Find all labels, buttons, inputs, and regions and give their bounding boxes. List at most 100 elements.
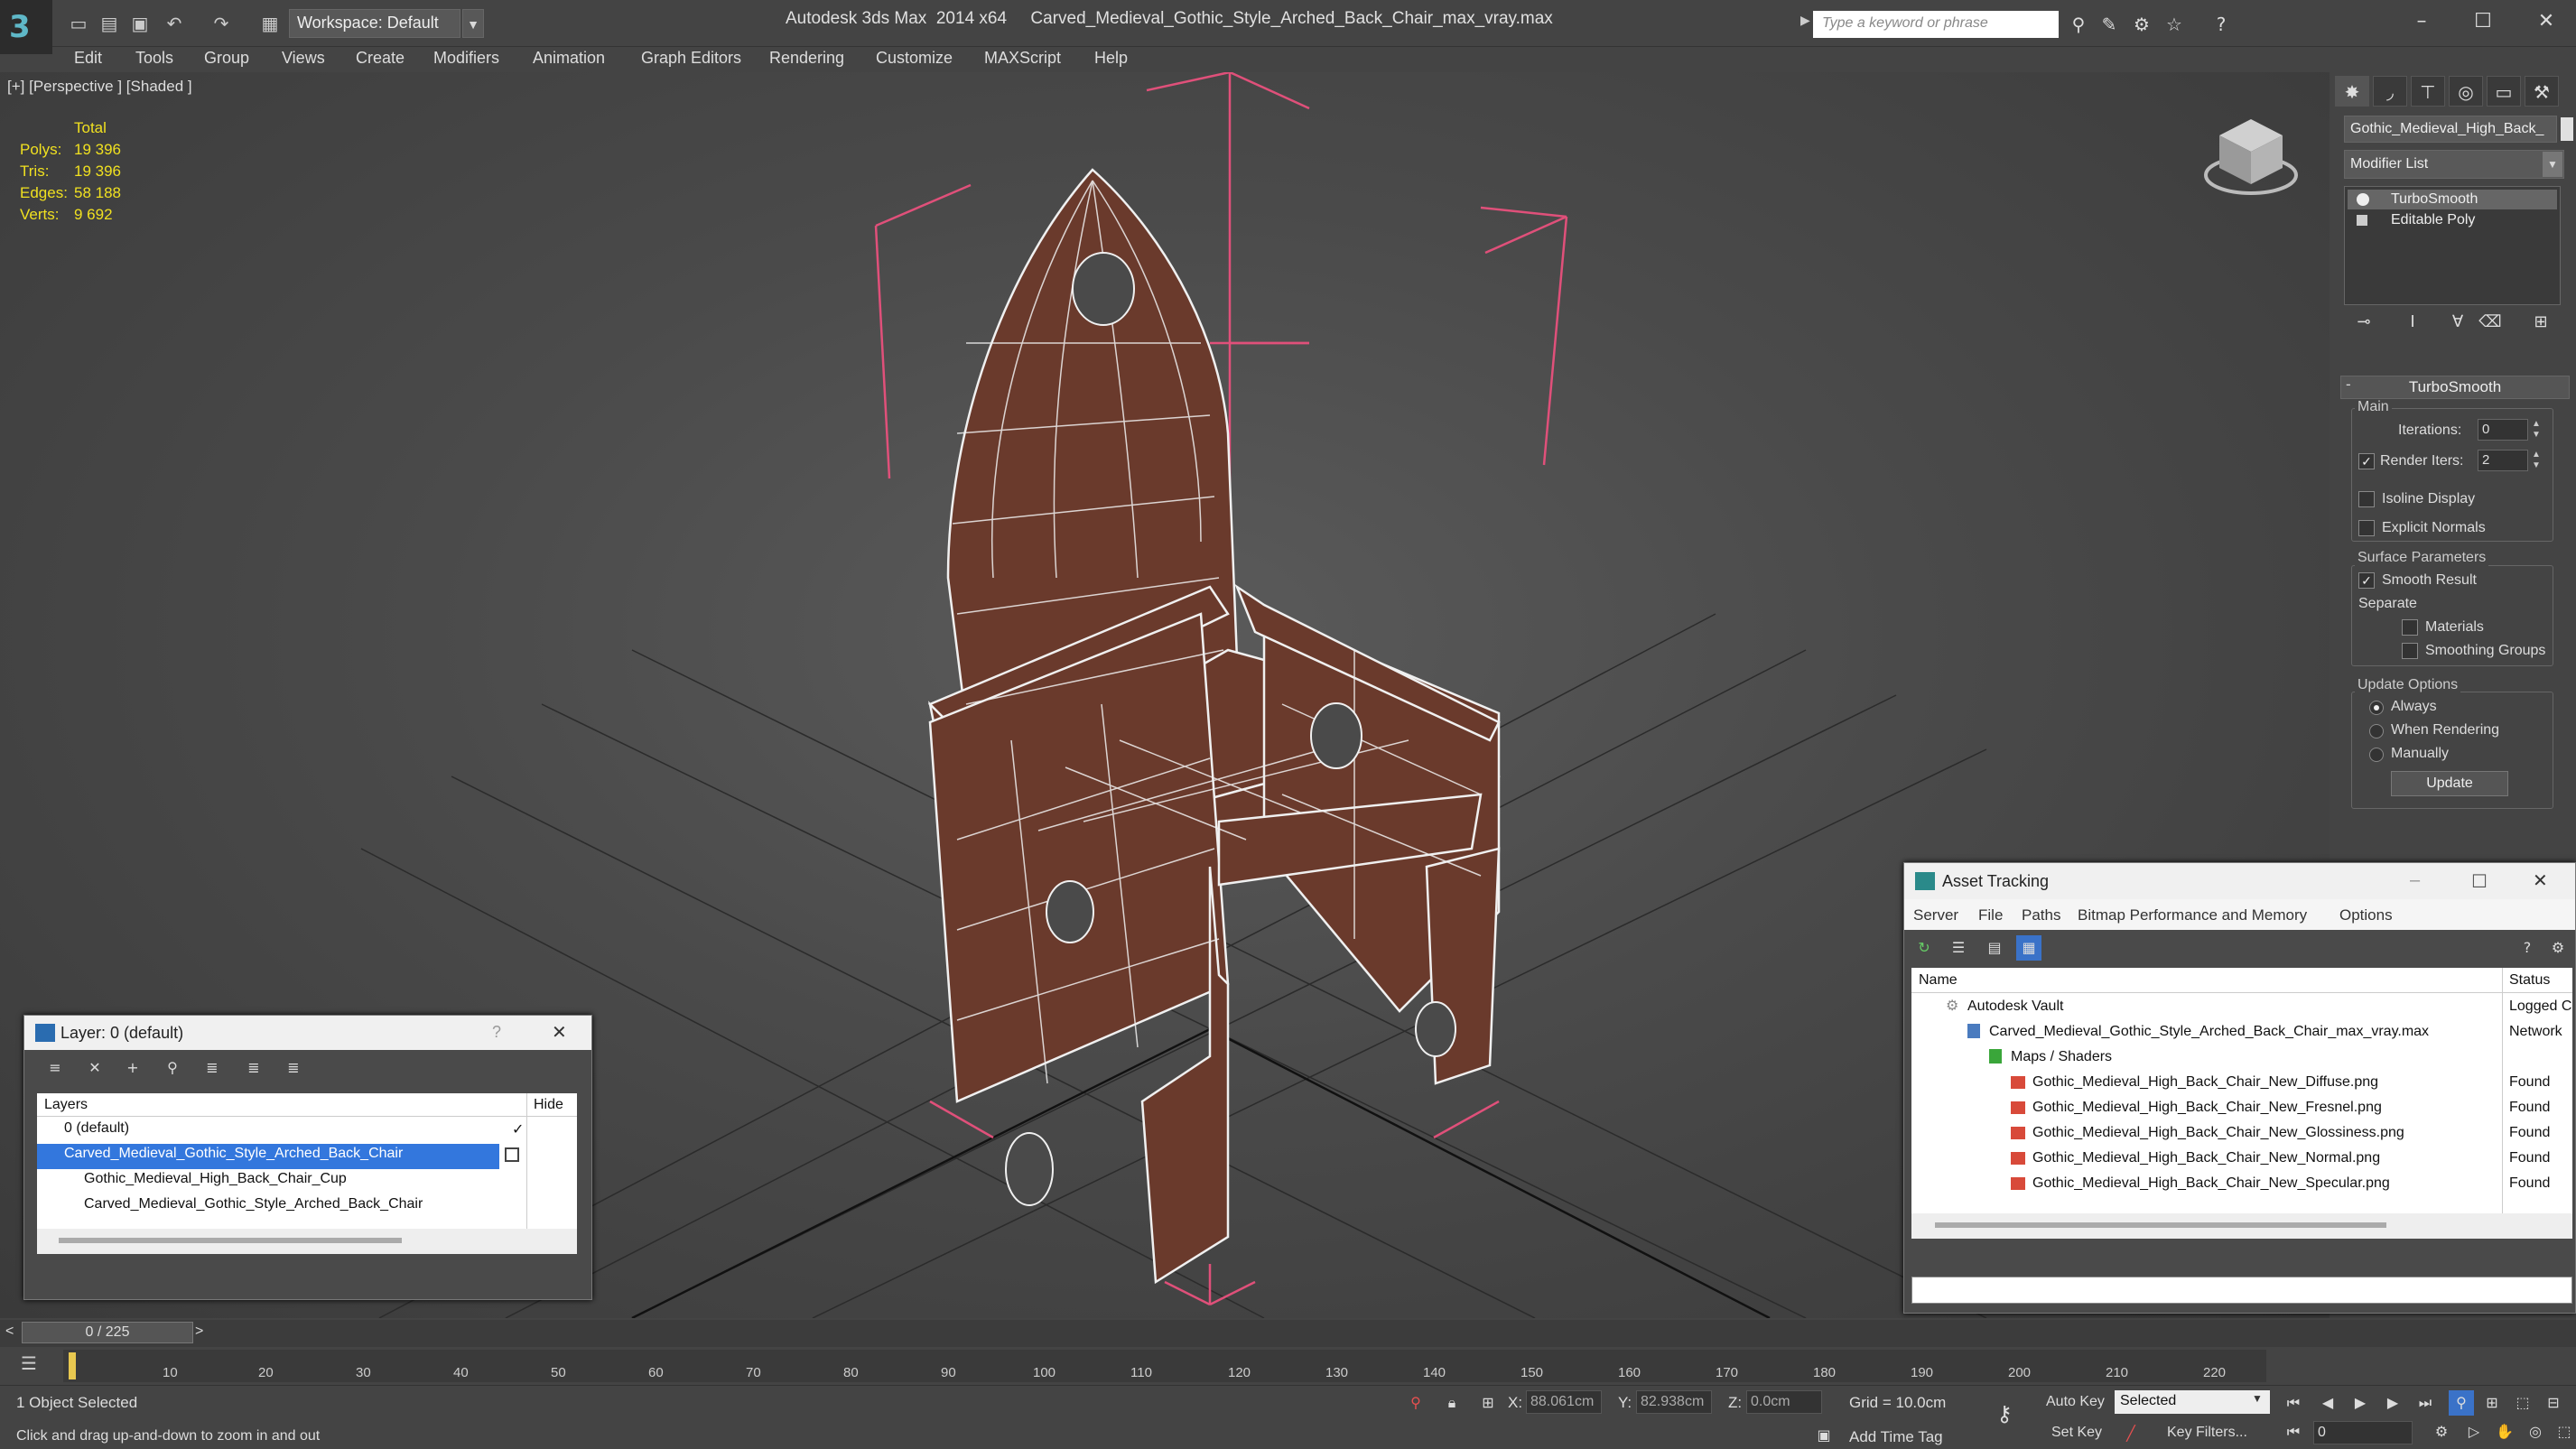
key-mode-icon[interactable]: ╱: [2118, 1421, 2144, 1446]
close-icon[interactable]: ✕: [552, 1021, 567, 1043]
layer-row[interactable]: 0 (default): [37, 1119, 577, 1144]
highlight-layer-icon[interactable]: ≣: [200, 1055, 225, 1081]
turbosmooth-rollout-header[interactable]: TurboSmooth: [2340, 376, 2570, 399]
smooth-result-checkbox[interactable]: ✓: [2358, 572, 2375, 589]
menu-options[interactable]: Options: [2339, 906, 2393, 924]
asset-path-field[interactable]: [1911, 1277, 2572, 1304]
maximize-viewport-icon[interactable]: ⬚: [2552, 1419, 2576, 1444]
go-to-end-icon[interactable]: ⏭: [2413, 1390, 2438, 1416]
asset-row[interactable]: Maps / Shaders: [1911, 1047, 2572, 1073]
status-column-header[interactable]: Status: [2509, 972, 2550, 989]
chevron-down-icon[interactable]: ▼: [2252, 1392, 2263, 1405]
asset-row[interactable]: Gothic_Medieval_High_Back_Chair_New_Glos…: [1911, 1123, 2572, 1148]
settings-icon[interactable]: ⚙: [2545, 935, 2571, 961]
help-icon[interactable]: ?: [2515, 935, 2540, 961]
time-slider[interactable]: [0, 1320, 2576, 1347]
name-column-header[interactable]: Name: [1919, 972, 1958, 989]
delete-layer-icon[interactable]: ✕: [82, 1055, 107, 1081]
modify-tab-icon[interactable]: ◞: [2373, 76, 2407, 107]
menu-help[interactable]: Help: [1094, 49, 1128, 68]
freeze-all-layers-icon[interactable]: ≣: [281, 1055, 306, 1081]
add-time-tag[interactable]: Add Time Tag: [1849, 1428, 1943, 1446]
update-button[interactable]: Update: [2391, 771, 2508, 796]
make-unique-icon[interactable]: ∀: [2445, 312, 2470, 338]
collapse-icon[interactable]: -: [2346, 376, 2351, 394]
pin-stack-icon[interactable]: ⊸: [2351, 312, 2376, 338]
smoothing-groups-checkbox[interactable]: [2402, 643, 2418, 659]
undo-icon[interactable]: ↶: [161, 11, 188, 36]
scrollbar-thumb[interactable]: [59, 1238, 402, 1243]
menu-customize[interactable]: Customize: [876, 49, 953, 68]
asset-row[interactable]: ⚙ Autodesk Vault Logged C: [1911, 997, 2572, 1022]
field-of-view-icon[interactable]: ▷: [2461, 1419, 2487, 1444]
viewcube-icon[interactable]: [2201, 114, 2301, 204]
isolate-selection-icon[interactable]: ⚲: [1403, 1390, 1428, 1416]
stack-item-editable-poly[interactable]: Editable Poly: [2348, 210, 2557, 230]
key-mode-toggle-icon[interactable]: ⏮: [2281, 1419, 2306, 1444]
menu-bitmap-performance[interactable]: Bitmap Performance and Memory: [2078, 906, 2307, 924]
search-input[interactable]: Type a keyword or phrase: [1813, 11, 2059, 38]
motion-tab-icon[interactable]: ◎: [2449, 76, 2483, 107]
layers-column-header[interactable]: Layers: [44, 1097, 88, 1113]
x-coord-field[interactable]: 88.061cm: [1526, 1390, 1602, 1414]
spinner-arrows-icon[interactable]: ▲ ▼: [2530, 419, 2543, 441]
menu-paths[interactable]: Paths: [2022, 906, 2060, 924]
utilities-tab-icon[interactable]: ⚒: [2525, 76, 2559, 107]
previous-frame-icon[interactable]: ◀: [2315, 1390, 2340, 1416]
y-coord-field[interactable]: 82.938cm: [1636, 1390, 1712, 1414]
menu-group[interactable]: Group: [204, 49, 249, 68]
binoculars-icon[interactable]: ⚲: [2064, 11, 2093, 38]
time-slider-thumb[interactable]: 0 / 225: [22, 1322, 193, 1343]
maximize-icon[interactable]: ☐: [2456, 5, 2510, 38]
menu-server[interactable]: Server: [1913, 906, 1958, 924]
zoom-extents-all-icon[interactable]: ⊟: [2541, 1390, 2566, 1416]
always-radio[interactable]: [2369, 701, 2384, 715]
asset-row[interactable]: Carved_Medieval_Gothic_Style_Arched_Back…: [1911, 1022, 2572, 1047]
expand-plus-icon[interactable]: [2357, 215, 2367, 226]
menu-graph-editors[interactable]: Graph Editors: [641, 49, 741, 68]
explicit-normals-checkbox[interactable]: [2358, 520, 2375, 536]
menu-create[interactable]: Create: [356, 49, 405, 68]
menu-tools[interactable]: Tools: [135, 49, 173, 68]
mini-curve-editor-icon[interactable]: ☰: [13, 1352, 45, 1379]
menu-animation[interactable]: Animation: [533, 49, 605, 68]
iterations-spinner[interactable]: 0: [2478, 419, 2528, 441]
pan-view-icon[interactable]: ✋: [2492, 1419, 2517, 1444]
maximize-icon[interactable]: ☐: [2471, 870, 2488, 892]
play-icon[interactable]: ▶: [2348, 1390, 2373, 1416]
help-icon[interactable]: ?: [492, 1023, 501, 1042]
manually-radio[interactable]: [2369, 748, 2384, 762]
new-file-icon[interactable]: ▭: [65, 11, 92, 36]
autodesk-exchange-icon[interactable]: ⚙: [2127, 11, 2156, 38]
asset-row[interactable]: Gothic_Medieval_High_Back_Chair_New_Spec…: [1911, 1174, 2572, 1199]
next-frame-icon[interactable]: ▶: [2380, 1390, 2405, 1416]
list-view-icon[interactable]: ☰: [1946, 935, 1971, 961]
zoom-icon[interactable]: ⚲: [2449, 1390, 2474, 1416]
hide-all-layers-icon[interactable]: ≣: [241, 1055, 266, 1081]
help-icon[interactable]: ?: [2207, 11, 2236, 38]
remove-modifier-icon[interactable]: ⌫: [2478, 312, 2503, 338]
layer-row[interactable]: Carved_Medieval_Gothic_Style_Arched_Back…: [37, 1194, 577, 1220]
add-to-layer-icon[interactable]: +: [120, 1055, 145, 1081]
time-configuration-icon[interactable]: ⚙: [2429, 1419, 2454, 1444]
key-filters-button[interactable]: Key Filters...: [2167, 1425, 2247, 1441]
modifier-list-dropdown[interactable]: Modifier List: [2344, 150, 2564, 179]
timeline-ruler[interactable]: [63, 1350, 2266, 1382]
menu-views[interactable]: Views: [282, 49, 325, 68]
when-rendering-radio[interactable]: [2369, 724, 2384, 738]
key-selection-dropdown[interactable]: Selected: [2115, 1390, 2270, 1414]
object-name-field[interactable]: Gothic_Medieval_High_Back_: [2344, 116, 2557, 143]
minimize-icon[interactable]: –: [2410, 870, 2420, 891]
current-frame-field[interactable]: 0: [2313, 1421, 2413, 1444]
chevron-down-icon[interactable]: ▼: [2543, 152, 2562, 177]
chevron-down-icon[interactable]: ▼: [462, 9, 484, 38]
layer-row[interactable]: Gothic_Medieval_High_Back_Chair_Cup: [37, 1169, 577, 1194]
orbit-icon[interactable]: ◎: [2523, 1419, 2548, 1444]
absolute-mode-icon[interactable]: ⊞: [1475, 1390, 1501, 1416]
viewport-label[interactable]: [+] [Perspective ] [Shaded ]: [7, 78, 192, 96]
current-layer-check-icon[interactable]: ✓: [512, 1120, 524, 1138]
current-frame-marker[interactable]: [69, 1352, 76, 1379]
object-color-swatch[interactable]: [2561, 117, 2573, 141]
zoom-all-icon[interactable]: ⊞: [2479, 1390, 2505, 1416]
selection-lock-icon[interactable]: 🔒︎: [1439, 1390, 1465, 1416]
